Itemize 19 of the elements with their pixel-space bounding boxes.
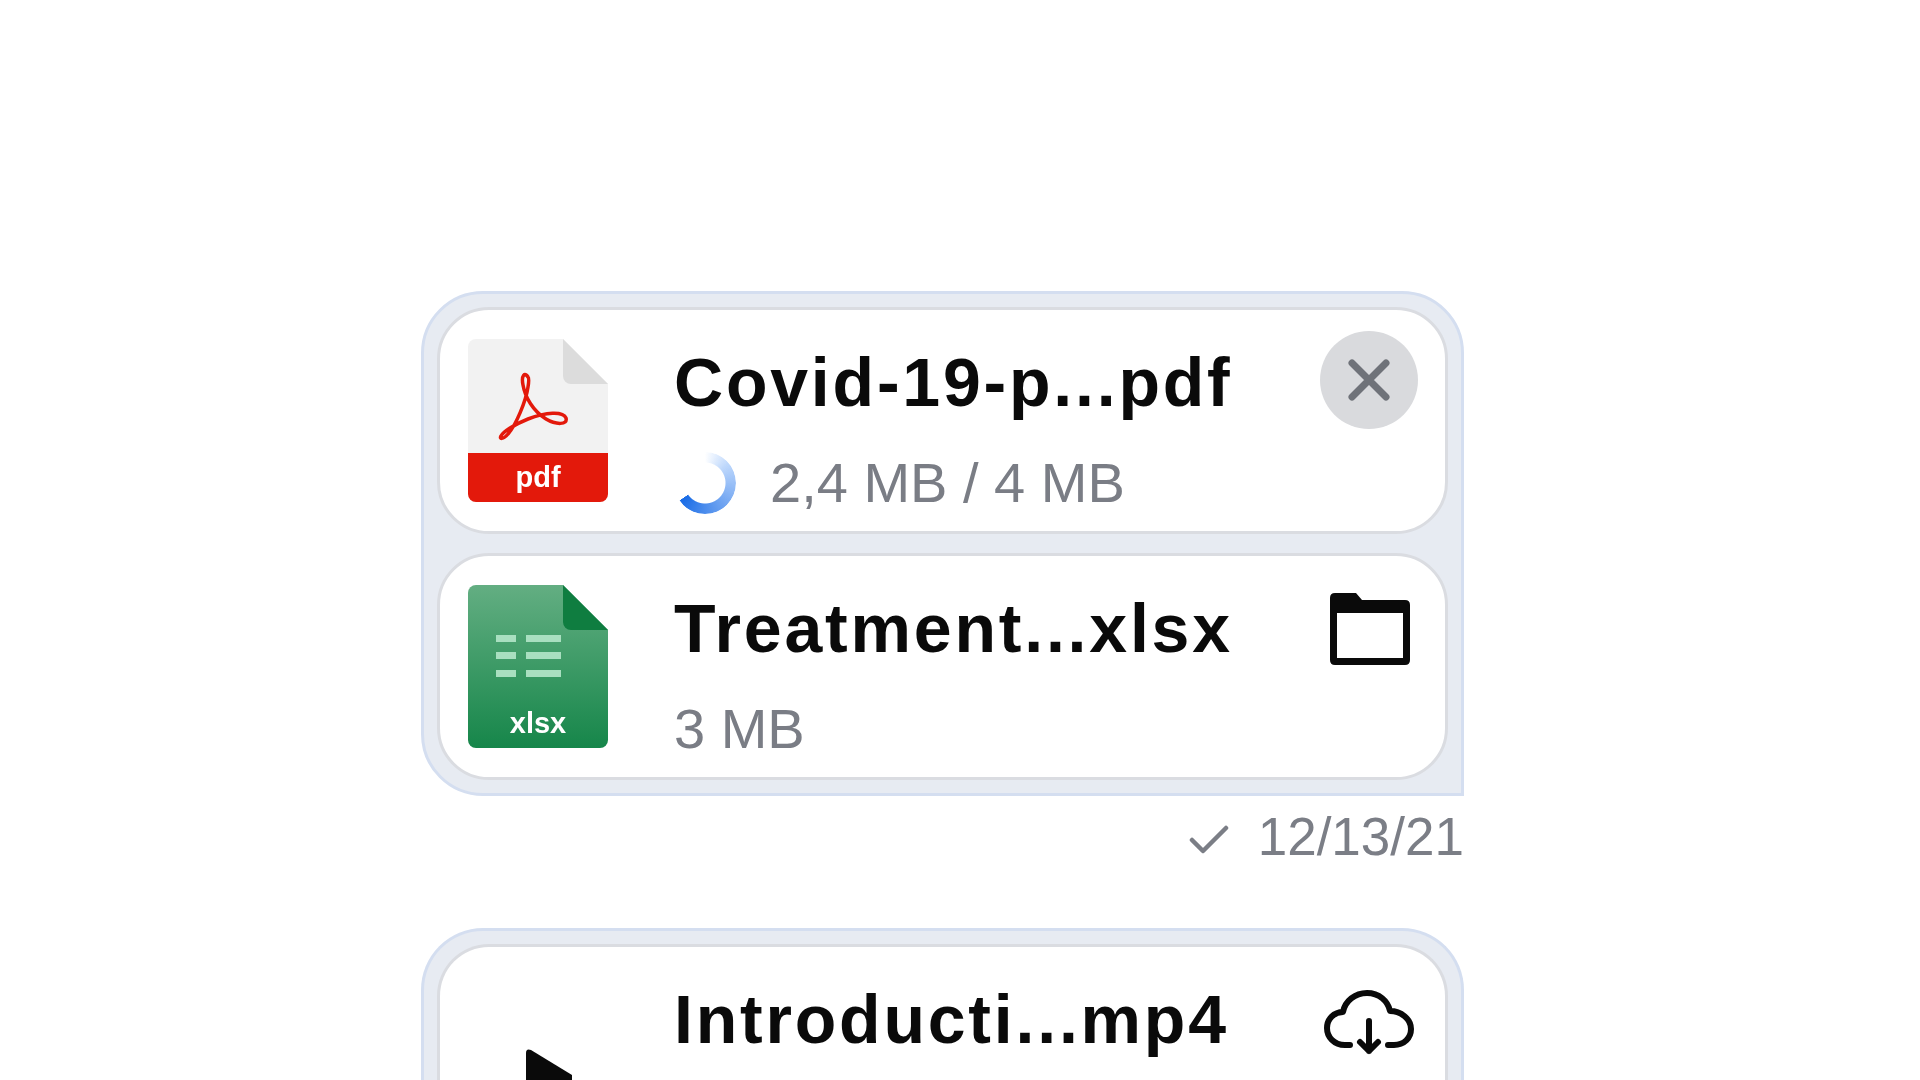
file-size: 3 MB bbox=[674, 696, 805, 762]
download-button[interactable] bbox=[1324, 990, 1414, 1056]
spreadsheet-document-icon bbox=[468, 585, 608, 748]
folder-icon bbox=[1328, 593, 1410, 665]
play-icon bbox=[526, 1048, 572, 1080]
file-type-label: pdf bbox=[515, 460, 561, 495]
pdf-document-icon bbox=[468, 339, 608, 502]
file-card[interactable]: pdf Covid-19-p...pdf 2,4 MB / 4 MB bbox=[437, 307, 1448, 534]
file-name: Treatment...xlsx bbox=[674, 589, 1234, 668]
file-size: 2,4 MB / 4 MB bbox=[770, 450, 1125, 516]
file-type-label: xlsx bbox=[509, 706, 567, 741]
file-card[interactable]: xlsx Treatment...xlsx 3 MB bbox=[437, 553, 1448, 780]
close-icon bbox=[1348, 359, 1390, 401]
cloud-download-icon bbox=[1324, 990, 1414, 1056]
file-card[interactable]: Introducti...mp4 bbox=[437, 944, 1448, 1080]
file-name: Covid-19-p...pdf bbox=[674, 343, 1234, 422]
open-folder-button[interactable] bbox=[1328, 593, 1410, 665]
message-date: 12/13/21 bbox=[1257, 806, 1464, 868]
file-name: Introducti...mp4 bbox=[674, 980, 1230, 1059]
